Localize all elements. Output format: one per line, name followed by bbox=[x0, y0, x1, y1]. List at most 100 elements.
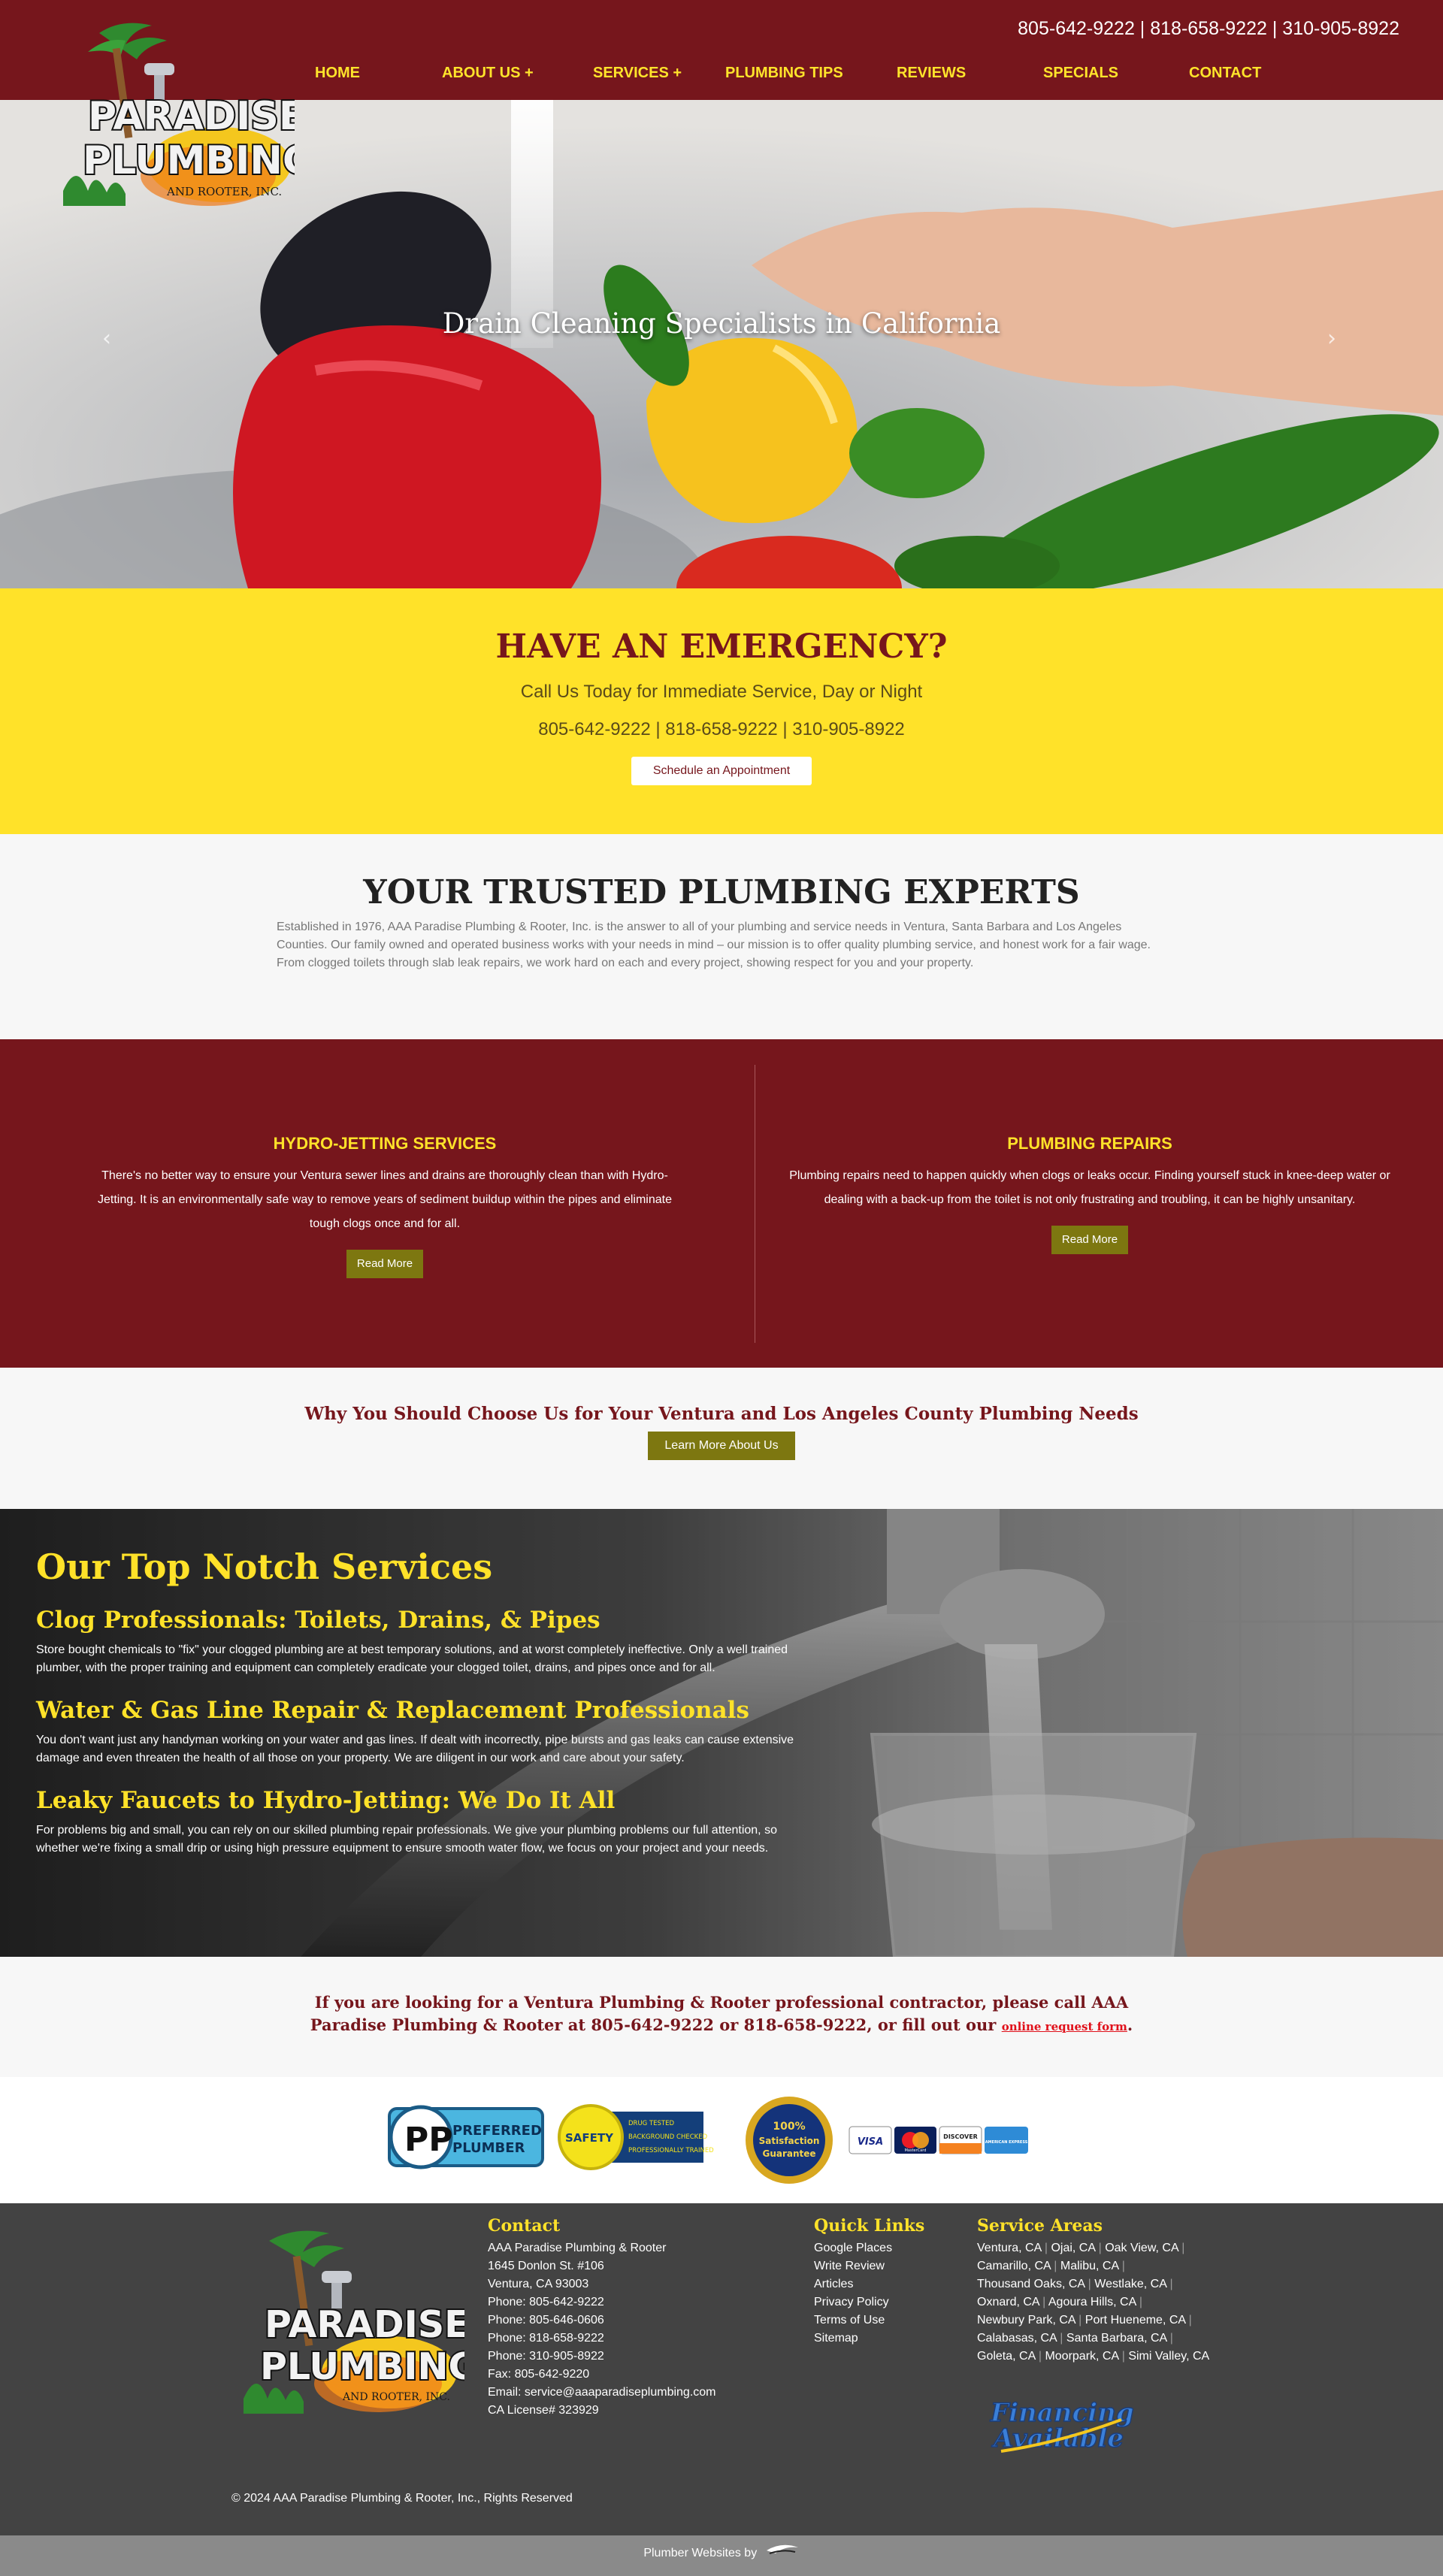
nav-specials[interactable]: SPECIALS bbox=[1043, 65, 1118, 82]
contact-phone[interactable]: Phone: 805-646-0606 bbox=[488, 2311, 716, 2330]
about-body: Established in 1976, AAA Paradise Plumbi… bbox=[277, 921, 1151, 969]
service-area[interactable]: Port Hueneme, CA bbox=[1085, 2314, 1185, 2327]
quick-link-sitemap[interactable]: Sitemap bbox=[814, 2330, 924, 2348]
svg-text:PLUMBER: PLUMBER bbox=[452, 2140, 525, 2156]
about-section: YOUR TRUSTED PLUMBING EXPERTS Establishe… bbox=[0, 834, 1443, 1039]
svg-text:SAFETY: SAFETY bbox=[565, 2131, 614, 2145]
service-area[interactable]: Moorpark, CA bbox=[1045, 2350, 1118, 2363]
service-card-body: There's no better way to ensure your Ven… bbox=[98, 1169, 672, 1230]
service-card-body: Plumbing repairs need to happen quickly … bbox=[789, 1169, 1390, 1206]
emergency-phones[interactable]: 805-642-9222 | 818-658-9222 | 310-905-89… bbox=[0, 719, 1443, 740]
quick-link-google-places[interactable]: Google Places bbox=[814, 2239, 924, 2257]
visa-card-icon: VISA bbox=[858, 2136, 883, 2148]
copyright: © 2024 AAA Paradise Plumbing & Rooter, I… bbox=[231, 2492, 573, 2505]
site-footer: PARADISE PLUMBING AND ROOTER, INC. Conta… bbox=[0, 2203, 1443, 2535]
quick-link-write-review[interactable]: Write Review bbox=[814, 2257, 924, 2275]
footer-service-areas-title: Service Areas bbox=[977, 2216, 1103, 2236]
financing-available-badge[interactable]: Financing Available bbox=[986, 2390, 1136, 2457]
contact-line: 1645 Donlon St. #106 bbox=[488, 2260, 604, 2272]
service-area[interactable]: Newbury Park, CA bbox=[977, 2314, 1075, 2327]
schedule-appointment-button[interactable]: Schedule an Appointment bbox=[631, 757, 812, 785]
service-area[interactable]: Ojai, CA bbox=[1051, 2242, 1095, 2254]
service-heading-water-gas: Water & Gas Line Repair & Replacement Pr… bbox=[36, 1697, 749, 1724]
service-area[interactable]: Goleta, CA bbox=[977, 2350, 1035, 2363]
contact-phone[interactable]: Phone: 805-642-9222 bbox=[488, 2293, 716, 2311]
logo-tagline: AND ROOTER, INC. bbox=[166, 185, 282, 198]
service-areas-list: Ventura, CA | Ojai, CA | Oak View, CA | … bbox=[977, 2242, 1210, 2363]
credit-bar: Plumber Websites by bbox=[0, 2535, 1443, 2576]
featured-services: HYDRO-JETTING SERVICES There's no better… bbox=[0, 1039, 1443, 1368]
top-services-section: Our Top Notch Services Clog Professional… bbox=[0, 1509, 1443, 1957]
read-more-button[interactable]: Read More bbox=[1051, 1226, 1128, 1254]
quick-link-privacy-policy[interactable]: Privacy Policy bbox=[814, 2293, 924, 2311]
svg-text:Satisfaction: Satisfaction bbox=[759, 2136, 820, 2146]
emergency-subtitle: Call Us Today for Immediate Service, Day… bbox=[520, 682, 923, 702]
svg-text:Guarantee: Guarantee bbox=[762, 2148, 815, 2159]
nav-about-us[interactable]: ABOUT US + bbox=[442, 65, 534, 82]
header-phone-numbers[interactable]: 805-642-9222 | 818-658-9222 | 310-905-89… bbox=[1018, 18, 1399, 40]
svg-text:PP: PP bbox=[404, 2121, 453, 2159]
footer-logo[interactable]: PARADISE PLUMBING AND ROOTER, INC. bbox=[239, 2226, 480, 2429]
service-card-hydro-jetting: HYDRO-JETTING SERVICES There's no better… bbox=[84, 1134, 685, 1278]
service-area[interactable]: Thousand Oaks, CA bbox=[977, 2278, 1085, 2290]
service-body-clog: Store bought chemicals to "fix" your clo… bbox=[36, 1643, 788, 1674]
discover-card-icon: DISCOVER bbox=[943, 2133, 978, 2140]
payment-cards: VISA MasterCard DISCOVER AMERICAN EXPRES… bbox=[849, 2126, 1028, 2154]
quick-link-terms-of-use[interactable]: Terms of Use bbox=[814, 2311, 924, 2330]
service-area[interactable]: Oak View, CA bbox=[1105, 2242, 1178, 2254]
footer-contact: Contact AAA Paradise Plumbing & Rooter 1… bbox=[488, 2217, 716, 2420]
contact-phone[interactable]: Phone: 818-658-9222 bbox=[488, 2330, 716, 2348]
main-nav: HOME ABOUT US + SERVICES + PLUMBING TIPS… bbox=[301, 65, 1413, 87]
service-area[interactable]: Santa Barbara, CA bbox=[1066, 2332, 1166, 2345]
quick-link-articles[interactable]: Articles bbox=[814, 2275, 924, 2293]
service-area[interactable]: Camarillo, CA bbox=[977, 2260, 1051, 2272]
nav-plumbing-tips[interactable]: PLUMBING TIPS bbox=[725, 65, 843, 82]
nav-contact[interactable]: CONTACT bbox=[1189, 65, 1261, 82]
why-choose-section: Why You Should Choose Us for Your Ventur… bbox=[0, 1368, 1443, 1509]
contact-license: CA License# 323929 bbox=[488, 2404, 599, 2417]
nav-reviews[interactable]: REVIEWS bbox=[897, 65, 966, 82]
nav-home[interactable]: HOME bbox=[315, 65, 360, 82]
why-choose-title: Why You Should Choose Us for Your Ventur… bbox=[304, 1404, 1139, 1424]
footer-quick-links-title: Quick Links bbox=[814, 2216, 925, 2236]
svg-text:PROFESSIONALLY TRAINED: PROFESSIONALLY TRAINED bbox=[628, 2147, 714, 2154]
service-card-plumbing-repairs: PLUMBING REPAIRS Plumbing repairs need t… bbox=[789, 1134, 1390, 1254]
footer-logo-tagline: AND ROOTER, INC. bbox=[342, 2391, 450, 2403]
footer-quick-links: Quick Links Google Places Write Review A… bbox=[814, 2217, 924, 2348]
service-area[interactable]: Oxnard, CA bbox=[977, 2296, 1039, 2308]
learn-more-button[interactable]: Learn More About Us bbox=[648, 1432, 795, 1460]
emergency-title: HAVE AN EMERGENCY? bbox=[495, 627, 948, 666]
credit-text: Plumber Websites by bbox=[643, 2547, 758, 2560]
service-card-title: PLUMBING REPAIRS bbox=[1007, 1134, 1172, 1153]
read-more-button[interactable]: Read More bbox=[346, 1250, 423, 1278]
contact-email[interactable]: Email: service@aaaparadiseplumbing.com bbox=[488, 2384, 716, 2402]
service-area[interactable]: Ventura, CA bbox=[977, 2242, 1041, 2254]
emergency-section: HAVE AN EMERGENCY? Call Us Today for Imm… bbox=[0, 588, 1443, 834]
nav-services[interactable]: SERVICES + bbox=[593, 65, 682, 82]
service-area[interactable]: Simi Valley, CA bbox=[1128, 2350, 1209, 2363]
service-area[interactable]: Agoura Hills, CA bbox=[1048, 2296, 1136, 2308]
service-heading-leaky-faucets: Leaky Faucets to Hydro-Jetting: We Do It… bbox=[36, 1787, 616, 1814]
hero-caption: Drain Cleaning Specialists in California bbox=[442, 307, 1001, 340]
cta-section: If you are looking for a Ventura Plumbin… bbox=[0, 1957, 1443, 2077]
footer-logo-text-paradise: PARADISE bbox=[265, 2303, 464, 2346]
trust-badges: PP PREFERRED PLUMBER SAFETY DRUG TESTED … bbox=[0, 2077, 1443, 2203]
preferred-plumber-badge: PP PREFERRED PLUMBER bbox=[388, 2105, 544, 2169]
cta-text: If you are looking for a Ventura Plumbin… bbox=[286, 1991, 1157, 2038]
service-body-water-gas: You don't want just any handyman working… bbox=[36, 1734, 794, 1764]
service-area[interactable]: Calabasas, CA bbox=[977, 2332, 1057, 2345]
about-title: YOUR TRUSTED PLUMBING EXPERTS bbox=[363, 873, 1080, 912]
site-logo[interactable]: PARADISE PLUMBING AND ROOTER, INC. bbox=[54, 18, 316, 225]
logo-text-plumbing: PLUMBING bbox=[83, 138, 295, 183]
service-area[interactable]: Westlake, CA bbox=[1094, 2278, 1166, 2290]
footer-logo-text-plumbing: PLUMBING bbox=[260, 2345, 464, 2388]
svg-text:DRUG TESTED: DRUG TESTED bbox=[628, 2120, 674, 2127]
top-services-title: Our Top Notch Services bbox=[36, 1547, 493, 1587]
contact-phone[interactable]: Phone: 310-905-8922 bbox=[488, 2348, 716, 2366]
footer-service-areas: Service Areas Ventura, CA | Ojai, CA | O… bbox=[977, 2217, 1212, 2366]
credit-logo-icon[interactable] bbox=[765, 2535, 800, 2571]
online-request-form-link[interactable]: online request form bbox=[1002, 2020, 1127, 2033]
contact-line: Ventura, CA 93003 bbox=[488, 2278, 589, 2290]
top-services-content: Our Top Notch Services Clog Professional… bbox=[36, 1547, 803, 1858]
service-area[interactable]: Malibu, CA bbox=[1060, 2260, 1118, 2272]
